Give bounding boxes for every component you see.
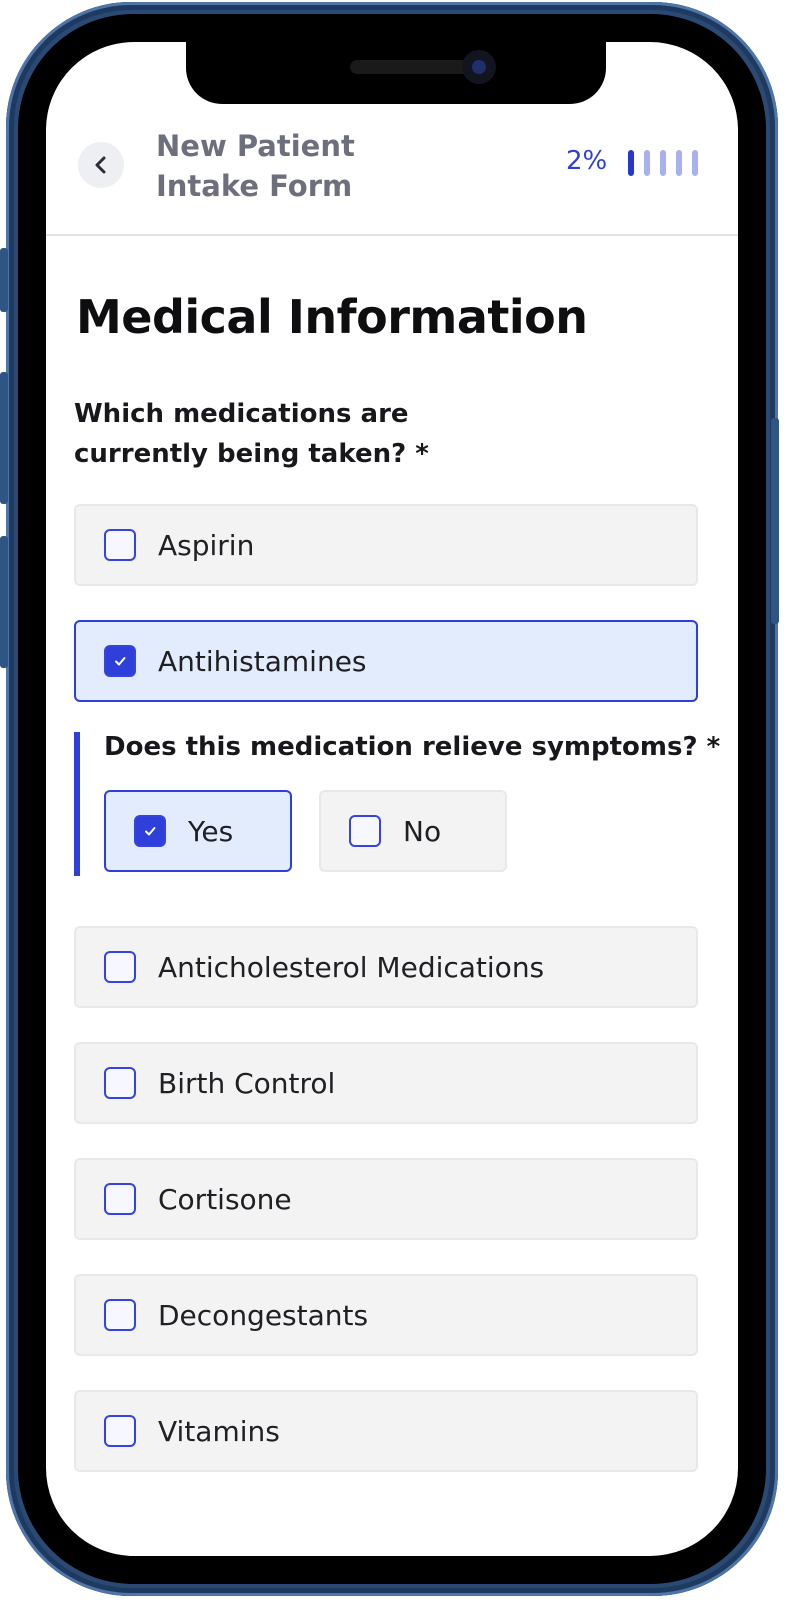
option-label: Aspirin bbox=[158, 528, 255, 562]
checkbox[interactable] bbox=[104, 1067, 136, 1099]
followup-question-group: Does this medication relieve symptoms? *… bbox=[74, 732, 720, 876]
yes-label: Yes bbox=[188, 814, 234, 848]
option-label: Cortisone bbox=[158, 1182, 292, 1216]
option-label: Birth Control bbox=[158, 1066, 336, 1100]
progress-step bbox=[676, 150, 682, 176]
progress-step bbox=[628, 150, 634, 176]
option-decongestants[interactable]: Decongestants bbox=[74, 1274, 698, 1356]
option-anticholesterol[interactable]: Anticholesterol Medications bbox=[74, 926, 698, 1008]
notch bbox=[186, 42, 606, 104]
medications-question: Which medications are currently being ta… bbox=[74, 399, 429, 469]
checkbox[interactable] bbox=[104, 951, 136, 983]
no-label: No bbox=[403, 814, 442, 848]
option-aspirin[interactable]: Aspirin bbox=[74, 504, 698, 586]
progress-step bbox=[644, 150, 650, 176]
checkmark-icon bbox=[145, 827, 156, 836]
option-cortisone[interactable]: Cortisone bbox=[74, 1158, 698, 1240]
checkbox[interactable] bbox=[104, 1183, 136, 1215]
option-vitamins[interactable]: Vitamins bbox=[74, 1390, 698, 1472]
option-label: Anticholesterol Medications bbox=[158, 950, 545, 984]
speaker bbox=[350, 60, 472, 74]
progress-step bbox=[692, 150, 698, 176]
option-label: Decongestants bbox=[158, 1298, 369, 1332]
checkbox[interactable] bbox=[349, 815, 381, 847]
checkbox[interactable] bbox=[104, 529, 136, 561]
checkbox[interactable] bbox=[104, 1299, 136, 1331]
checkmark-icon bbox=[115, 657, 126, 666]
option-antihistamines[interactable]: Antihistamines bbox=[74, 620, 698, 702]
progress-indicator bbox=[628, 150, 698, 176]
section-title: Medical Information bbox=[76, 290, 588, 344]
chevron-left-icon bbox=[95, 156, 106, 174]
form-title: New Patient Intake Form bbox=[156, 129, 355, 203]
option-label: Vitamins bbox=[158, 1414, 280, 1448]
side-button-volume-down bbox=[0, 536, 8, 668]
yes-option[interactable]: Yes bbox=[104, 790, 292, 872]
progress-step bbox=[660, 150, 666, 176]
no-option[interactable]: No bbox=[319, 790, 507, 872]
side-button-volume-up bbox=[0, 372, 8, 504]
checkbox[interactable] bbox=[134, 815, 166, 847]
progress-percent: 2% bbox=[566, 146, 608, 176]
option-birth-control[interactable]: Birth Control bbox=[74, 1042, 698, 1124]
screen: New Patient Intake Form 2% Medical Infor… bbox=[46, 42, 738, 1556]
option-label: Antihistamines bbox=[158, 644, 367, 678]
side-button-silent bbox=[0, 248, 8, 312]
camera-icon bbox=[462, 50, 496, 84]
followup-question: Does this medication relieve symptoms? * bbox=[104, 732, 721, 762]
checkbox[interactable] bbox=[104, 1415, 136, 1447]
back-button[interactable] bbox=[78, 142, 124, 188]
side-button-power bbox=[771, 418, 779, 624]
checkbox[interactable] bbox=[104, 645, 136, 677]
